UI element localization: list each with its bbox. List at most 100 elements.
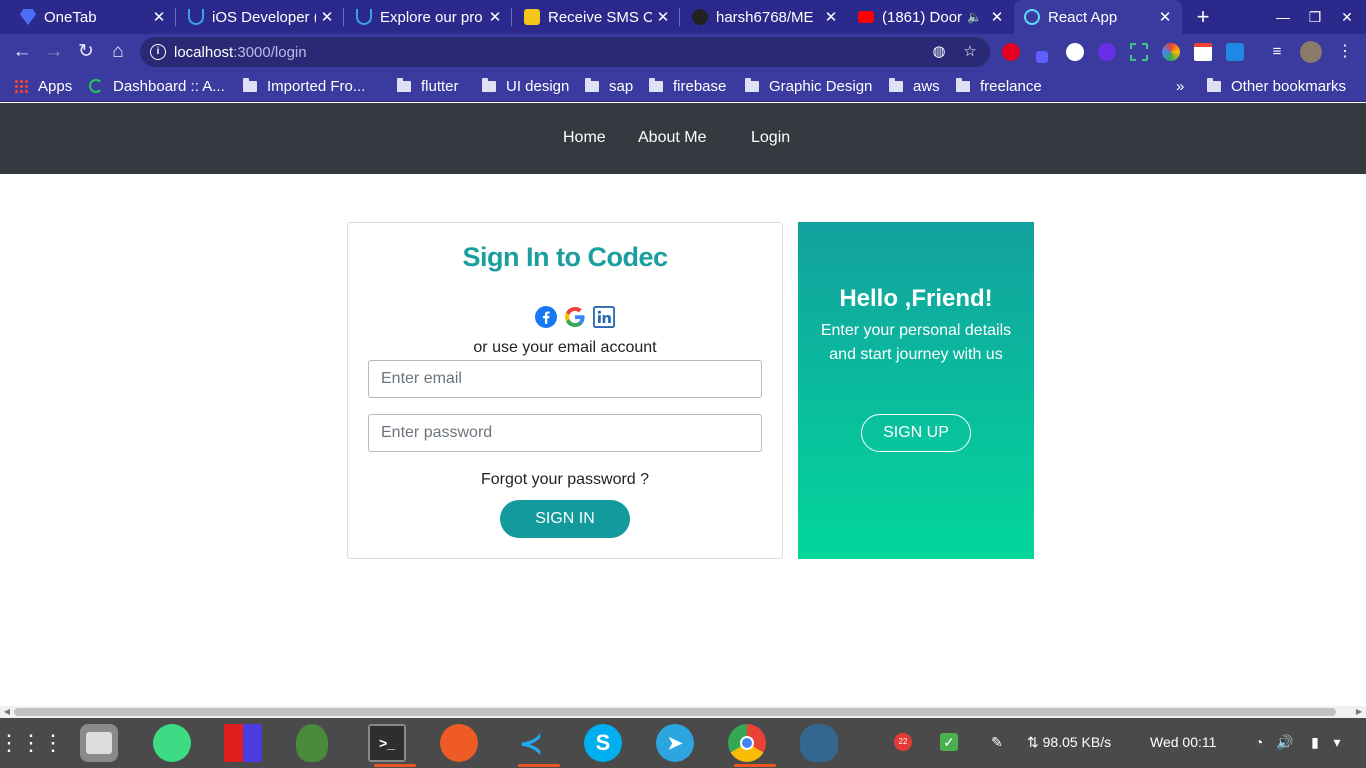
skype-icon[interactable]: S [584,724,622,762]
media-control-icon[interactable]: ≡ [1268,43,1286,61]
bookmark-dashboard[interactable]: Dashboard :: A... [89,77,225,95]
bookmark-star-icon[interactable]: ☆ [961,43,979,61]
tab-close-icon[interactable]: ✕ [652,8,674,26]
cookie-icon[interactable]: ◍ [930,43,948,61]
tab-close-icon[interactable]: ✕ [820,8,842,26]
email-field[interactable] [368,360,762,398]
folder-icon [956,77,970,92]
pen-icon[interactable]: ✎ [988,733,1006,751]
chrome-icon[interactable] [728,724,766,762]
color-picker-extension-icon[interactable] [1162,43,1180,61]
telegram-icon[interactable]: ➤ [656,724,694,762]
scroll-left-icon[interactable]: ◀ [2,707,12,717]
facebook-icon[interactable] [534,305,558,329]
bookmark-firebase[interactable]: firebase [649,77,726,95]
nav-about-link[interactable]: About Me [638,129,706,147]
google-icon[interactable] [563,305,587,329]
bookmark-imported[interactable]: Imported Fro... [243,77,365,95]
rocket-app-icon[interactable] [296,724,328,762]
sms-favicon-icon [524,9,540,25]
clock[interactable]: Wed 00:11 [1150,734,1216,750]
folder-icon [745,77,759,92]
browser-menu-icon[interactable]: ⋮ [1336,43,1354,61]
onetab-favicon-icon [20,9,36,25]
pinterest-extension-icon[interactable] [1002,43,1020,61]
rubik-app-icon[interactable] [224,724,262,762]
app-launcher-icon[interactable]: ⋮⋮⋮ [0,724,64,762]
files-app-icon[interactable] [80,724,118,762]
vscode-running-indicator [518,764,560,767]
speaker-icon[interactable]: 🔈 [967,10,982,24]
tab-react-app[interactable]: React App ✕ [1014,0,1182,34]
bookmark-apps[interactable]: Apps [14,77,72,95]
check-icon[interactable]: ✓ [940,733,958,751]
close-window-button[interactable]: ✕ [1332,4,1362,30]
signin-button[interactable]: SIGN IN [500,500,630,538]
extension-icon[interactable] [1098,43,1116,61]
tab-ios-developer[interactable]: iOS Developer ( ✕ [176,0,344,34]
home-button[interactable]: ⌂ [104,38,132,66]
wifi-icon[interactable]: ◔ [1250,733,1268,751]
password-field[interactable] [368,414,762,452]
tab-close-icon[interactable]: ✕ [986,8,1008,26]
udemy-favicon-icon [188,9,204,25]
forward-button[interactable]: → [40,38,68,66]
bookmark-sap[interactable]: sap [585,77,633,95]
bookmarks-overflow-button[interactable]: » [1176,77,1184,95]
horizontal-scrollbar[interactable]: ◀ ▶ [0,706,1366,718]
minimize-button[interactable]: — [1268,4,1298,30]
signup-promo-card: Hello ,Friend! Enter your personal detai… [798,222,1034,559]
page-viewport: Home About Me Login Sign In to Codec or … [0,103,1366,706]
forgot-password-link[interactable]: Forgot your password ? [348,471,782,489]
signup-button[interactable]: SIGN UP [861,414,971,452]
tab-youtube[interactable]: (1861) Door 🔈 ✕ [848,0,1014,34]
nav-login-link[interactable]: Login [751,129,790,147]
android-studio-icon[interactable] [153,724,191,762]
extension-icon[interactable] [1036,51,1048,63]
bookmark-flutter[interactable]: flutter [397,77,459,95]
chrome-running-indicator [734,764,776,767]
bookmarks-bar: Apps Dashboard :: A... Imported Fro... f… [0,70,1366,102]
nav-home-link[interactable]: Home [563,129,606,147]
bookmark-aws[interactable]: aws [889,77,940,95]
folder-icon [585,77,599,92]
notification-badge[interactable]: 22 [894,733,912,751]
bookmark-freelance[interactable]: freelance [956,77,1042,95]
onetab-extension-icon[interactable] [1066,43,1084,61]
system-menu-chevron-icon[interactable]: ▾ [1328,733,1346,751]
extension-icon[interactable] [1226,43,1244,61]
back-button[interactable]: ← [8,38,36,66]
transfer-arrows-icon: ⇅ [1027,734,1043,750]
volume-icon[interactable]: 🔊 [1276,733,1294,751]
postgresql-icon[interactable] [800,724,838,762]
linkedin-icon[interactable] [592,305,616,329]
tab-close-icon[interactable]: ✕ [1154,8,1176,26]
tab-close-icon[interactable]: ✕ [484,8,506,26]
scroll-right-icon[interactable]: ▶ [1354,707,1364,717]
reload-button[interactable]: ↻ [72,38,100,66]
new-tab-button[interactable]: + [1192,4,1214,30]
tab-receive-sms[interactable]: Receive SMS Or ✕ [512,0,680,34]
scrollbar-thumb[interactable] [14,708,1336,716]
terminal-icon[interactable]: >_ [368,724,406,762]
site-info-icon[interactable]: i [150,44,166,60]
bookmark-other[interactable]: Other bookmarks [1207,77,1346,95]
tab-github[interactable]: harsh6768/ME ✕ [680,0,848,34]
bookmark-ui-design[interactable]: UI design [482,77,569,95]
postman-icon[interactable] [440,724,478,762]
bookmark-graphic-design[interactable]: Graphic Design [745,77,872,95]
calendar-extension-icon[interactable] [1194,43,1212,61]
tab-explore[interactable]: Explore our pro ✕ [344,0,512,34]
tab-title: (1861) Door [882,8,963,26]
tab-close-icon[interactable]: ✕ [148,8,170,26]
battery-icon[interactable]: ▮ [1306,733,1324,751]
tab-onetab[interactable]: OneTab ✕ [0,0,176,34]
vscode-icon[interactable]: ≺ [512,724,550,762]
address-bar[interactable]: i localhost:3000/login ◍ ☆ [140,37,990,67]
tab-close-icon[interactable]: ✕ [316,8,338,26]
profile-avatar[interactable] [1300,41,1322,63]
address-url[interactable]: localhost:3000/login [174,44,307,61]
signin-title: Sign In to Codec [462,242,669,272]
maximize-button[interactable]: ❐ [1300,4,1330,30]
screenshot-extension-icon[interactable] [1130,43,1148,61]
